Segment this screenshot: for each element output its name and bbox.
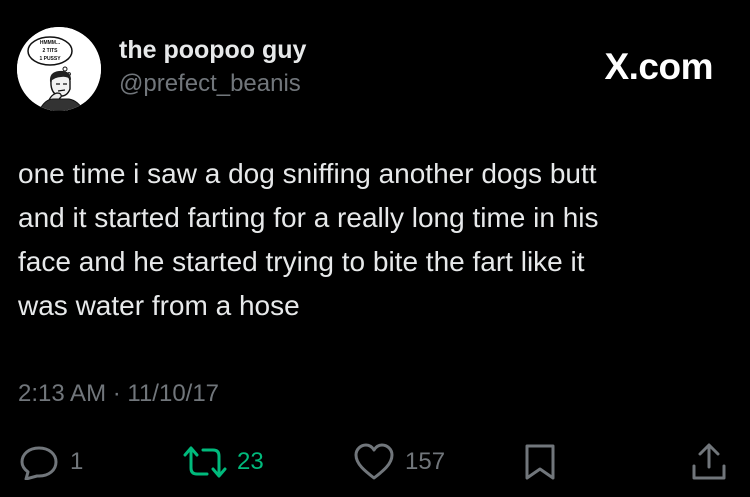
bookmark-icon	[525, 444, 555, 480]
avatar-bubble-line-2: 2 TITS	[42, 48, 58, 54]
author-display-name[interactable]: the poopoo guy	[119, 36, 306, 65]
share-button[interactable]	[689, 440, 729, 484]
like-button[interactable]: 157	[353, 440, 445, 484]
author-handle[interactable]: @prefect_beanis	[119, 70, 301, 98]
tweet-text-line: and it started farting for a really long…	[18, 202, 599, 233]
tweet-text-line: one time i saw a dog sniffing another do…	[18, 158, 597, 189]
like-count: 157	[405, 448, 446, 475]
x-logo: X.com	[604, 46, 713, 87]
action-bar: 1 23 157	[0, 440, 750, 484]
avatar-bubble-line-1: HMMM...	[40, 40, 61, 46]
cartoon-man-thinking-icon: HMMM... 2 TITS 1 PUSSY	[17, 27, 101, 111]
avatar-bubble-line-3: 1 PUSSY	[39, 56, 61, 62]
share-icon	[692, 443, 726, 480]
tweet-timestamp[interactable]: 2:13 AM · 11/10/17	[18, 380, 219, 408]
reply-icon	[20, 446, 58, 480]
retweet-count: 23	[237, 448, 264, 475]
bookmark-button[interactable]	[523, 440, 557, 484]
tweet-text-line: face and he started trying to bite the f…	[18, 246, 585, 277]
tweet-card: HMMM... 2 TITS 1 PUSSY the poopoo guy @p…	[0, 0, 750, 497]
retweet-icon	[183, 446, 227, 478]
heart-icon	[354, 443, 394, 480]
avatar[interactable]: HMMM... 2 TITS 1 PUSSY	[17, 27, 101, 111]
reply-button[interactable]: 1	[18, 440, 83, 484]
retweet-button[interactable]: 23	[183, 440, 264, 484]
tweet-text-line: was water from a hose	[18, 290, 300, 321]
tweet-text: one time i saw a dog sniffing another do…	[18, 152, 718, 328]
reply-count: 1	[70, 448, 84, 475]
